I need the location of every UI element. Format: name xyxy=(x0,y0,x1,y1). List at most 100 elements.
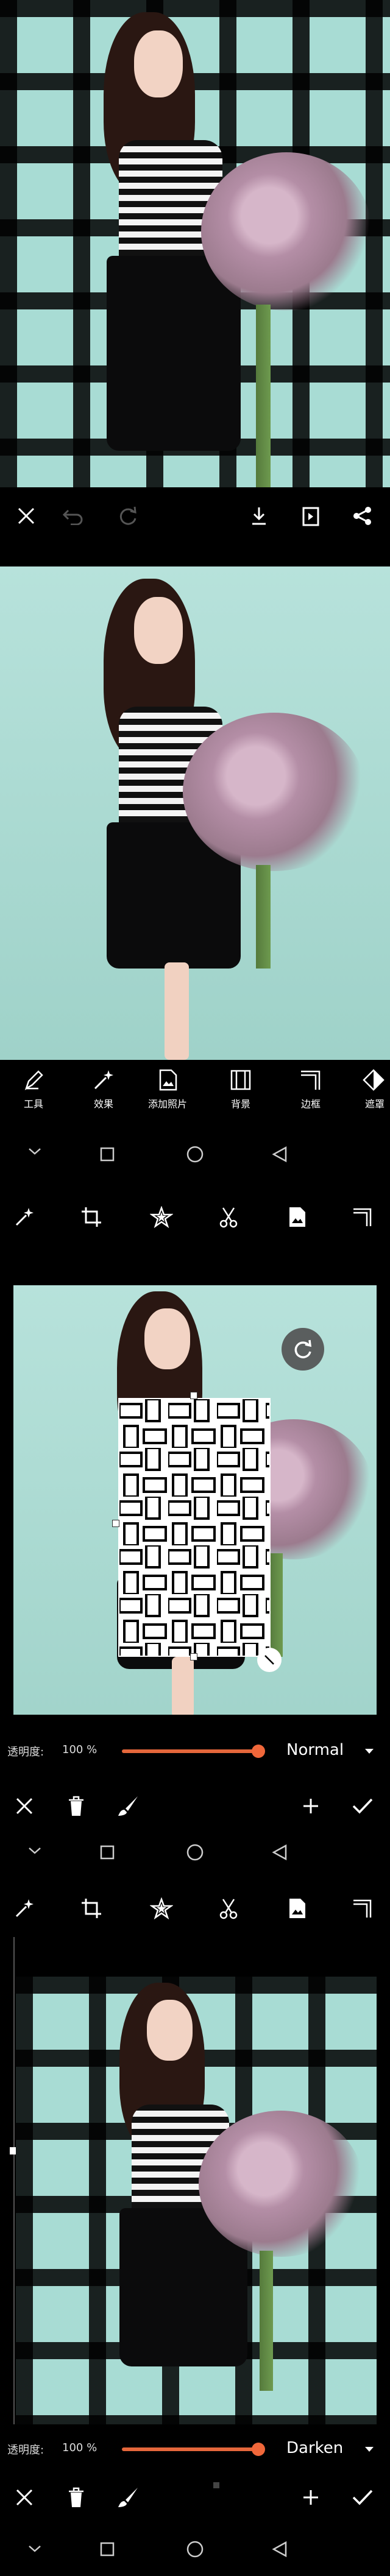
rotate-handle-icon[interactable] xyxy=(282,1328,324,1371)
system-nav-bar xyxy=(0,1833,390,1879)
blend-mode-select[interactable]: Normal xyxy=(286,1741,344,1759)
flower-stems xyxy=(256,865,271,969)
pencil-icon xyxy=(24,1070,43,1090)
tool-label: 遮罩 xyxy=(365,1098,385,1110)
back-icon[interactable] xyxy=(271,1843,288,1861)
chevron-down-icon[interactable] xyxy=(27,1846,42,1855)
top-toolbar xyxy=(0,487,390,545)
home-icon[interactable] xyxy=(186,1145,204,1163)
tool-border[interactable]: 边框 xyxy=(286,1068,335,1110)
drag-handle[interactable] xyxy=(213,2482,219,2488)
flower-bouquet xyxy=(199,2111,363,2257)
mask-icon xyxy=(363,1069,385,1091)
brush-icon[interactable] xyxy=(113,1791,143,1821)
secondary-toolbar xyxy=(0,1191,390,1246)
share-icon[interactable] xyxy=(347,501,378,531)
tool-label: 边框 xyxy=(300,1098,321,1110)
brush-icon[interactable] xyxy=(113,2482,143,2513)
opacity-slider-track[interactable] xyxy=(122,1749,262,1753)
system-nav-bar xyxy=(0,1133,390,1188)
editor-canvas xyxy=(0,566,390,1060)
recents-icon[interactable] xyxy=(99,1844,115,1860)
apply-check-icon[interactable] xyxy=(347,2482,378,2513)
resize-handle[interactable] xyxy=(190,1392,197,1399)
home-icon[interactable] xyxy=(186,2540,204,2558)
layer-editor-canvas xyxy=(0,1249,390,1730)
border-icon[interactable] xyxy=(347,1202,378,1232)
magic-wand-icon[interactable] xyxy=(9,1893,40,1924)
opacity-value: 100 % xyxy=(62,2441,98,2454)
magic-wand-icon xyxy=(94,1070,113,1090)
opacity-value: 100 % xyxy=(62,1743,98,1756)
add-photo-icon[interactable] xyxy=(282,1202,312,1232)
recents-icon[interactable] xyxy=(99,2541,115,2557)
background-icon xyxy=(230,1070,251,1090)
tool-add-photo[interactable]: 添加照片 xyxy=(143,1068,192,1110)
trash-icon[interactable] xyxy=(61,2482,91,2513)
back-icon[interactable] xyxy=(271,1145,288,1163)
border-icon[interactable] xyxy=(347,1893,378,1924)
add-icon[interactable] xyxy=(296,1791,326,1821)
sticker-icon[interactable] xyxy=(146,1202,177,1232)
source-photo xyxy=(0,566,390,1060)
chevron-down-icon[interactable] xyxy=(27,1146,42,1156)
trash-icon[interactable] xyxy=(61,1791,91,1821)
sticker-icon[interactable] xyxy=(146,1893,177,1924)
home-icon[interactable] xyxy=(186,1843,204,1861)
undo-icon[interactable] xyxy=(58,501,88,531)
blend-mode-select[interactable]: Darken xyxy=(286,2439,343,2457)
layer-editor-canvas xyxy=(0,1937,390,2437)
scale-handle-icon[interactable] xyxy=(257,1648,282,1672)
chevron-down-icon[interactable] xyxy=(364,2446,374,2452)
tool-background[interactable]: 背景 xyxy=(216,1068,265,1110)
tool-tools[interactable]: 工具 xyxy=(9,1068,58,1110)
add-icon[interactable] xyxy=(296,2482,326,2513)
opacity-bar: 透明度: 100 % Normal xyxy=(0,1730,390,1773)
border-icon xyxy=(301,1070,321,1090)
back-icon[interactable] xyxy=(271,2540,288,2558)
close-icon[interactable] xyxy=(11,501,41,531)
opacity-bar: 透明度: 100 % Darken xyxy=(0,2430,390,2467)
blended-photo xyxy=(16,1977,377,2424)
pattern-overlay[interactable] xyxy=(118,1398,271,1657)
secondary-toolbar xyxy=(0,1882,390,1937)
flower-stems xyxy=(269,1553,283,1657)
tool-mask[interactable]: 遮罩 xyxy=(356,1068,390,1110)
add-photo-icon xyxy=(159,1069,177,1091)
tool-effects[interactable]: 效果 xyxy=(79,1068,128,1110)
opacity-slider-thumb[interactable] xyxy=(252,2443,265,2456)
magic-wand-icon[interactable] xyxy=(9,1202,40,1232)
scissors-icon[interactable] xyxy=(213,1893,244,1924)
tool-label: 工具 xyxy=(23,1098,43,1110)
scissors-icon[interactable] xyxy=(213,1202,244,1232)
layer-actions-bar xyxy=(0,2467,390,2531)
redo-icon[interactable] xyxy=(113,501,143,531)
chevron-down-icon[interactable] xyxy=(364,1748,374,1754)
opacity-slider-track[interactable] xyxy=(122,2447,262,2451)
apply-check-icon[interactable] xyxy=(347,1791,378,1821)
close-icon[interactable] xyxy=(9,1791,40,1821)
source-photo xyxy=(13,1285,377,1715)
system-nav-bar xyxy=(0,2528,390,2576)
opacity-slider-thumb[interactable] xyxy=(252,1745,265,1758)
export-icon[interactable] xyxy=(296,501,326,531)
chevron-down-icon[interactable] xyxy=(27,2544,42,2553)
opacity-label: 透明度: xyxy=(7,1746,44,1759)
download-icon[interactable] xyxy=(244,501,274,531)
resize-handle[interactable] xyxy=(112,1520,119,1527)
resize-handle[interactable] xyxy=(190,1653,197,1660)
canvas-left-edge xyxy=(13,1937,15,2424)
layer-actions-bar xyxy=(0,1776,390,1837)
tool-label: 添加照片 xyxy=(147,1098,187,1110)
tool-label: 背景 xyxy=(230,1098,250,1110)
crop-icon[interactable] xyxy=(76,1893,107,1924)
flower-stems xyxy=(260,2251,273,2391)
flower-stems xyxy=(256,305,271,487)
flower-bouquet xyxy=(201,152,372,311)
crop-icon[interactable] xyxy=(76,1202,107,1232)
close-icon[interactable] xyxy=(9,2482,40,2513)
preview-canvas-1 xyxy=(0,0,390,487)
add-photo-icon[interactable] xyxy=(282,1893,312,1924)
tool-label: 效果 xyxy=(93,1098,113,1110)
recents-icon[interactable] xyxy=(99,1146,115,1162)
